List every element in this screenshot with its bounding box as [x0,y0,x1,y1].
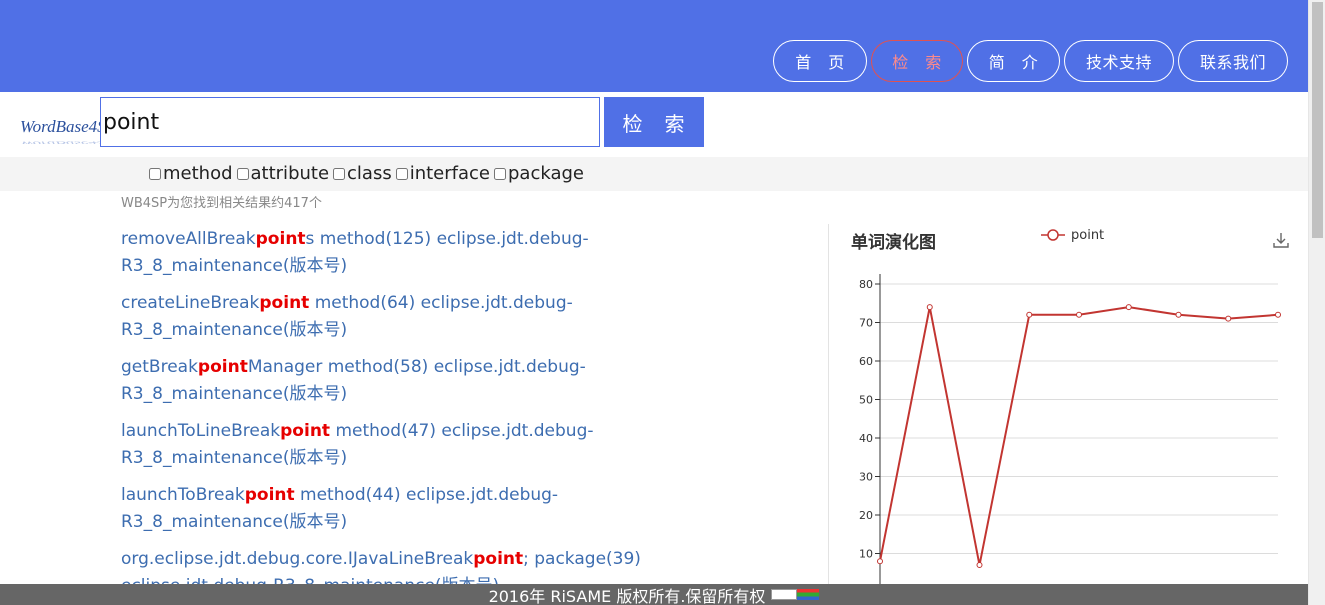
legend-marker [1047,229,1059,241]
nav-search-button[interactable]: 检 索 [871,40,963,82]
data-point [976,562,983,569]
result-link[interactable]: getBreakpointManager method(58) eclipse.… [121,357,586,404]
filter-label: package [508,163,584,184]
filter-class-checkbox[interactable] [333,167,346,180]
result-item: createLineBreakpoint method(64) eclipse.… [121,290,641,344]
result-link[interactable]: removeAllBreakpoints method(125) eclipse… [121,229,589,276]
logo-text: WordBase4SP [20,117,100,136]
download-icon[interactable] [1272,231,1290,249]
filter-interface[interactable]: interface [395,163,490,184]
result-item: getBreakpointManager method(58) eclipse.… [121,354,641,408]
y-tick-label: 50 [859,394,873,407]
filter-bar: method attribute class interface package [0,157,1308,191]
result-text: createLineBreak [121,293,260,313]
y-tick-label: 10 [859,548,873,561]
search-input[interactable] [100,97,600,147]
top-header: 首 页 检 索 简 介 技术支持 联系我们 [0,0,1308,92]
result-text: getBreak [121,357,198,377]
footer-copyright: 2016年 RiSAME 版权所有.保留所有权 [488,586,766,605]
data-point [926,304,933,311]
filter-label: class [347,163,392,184]
filter-method-checkbox[interactable] [149,167,161,180]
scrollbar-thumb[interactable] [1312,2,1323,238]
result-highlight: point [197,357,248,377]
result-highlight: point [259,293,310,313]
result-link[interactable]: launchToLineBreakpoint method(47) eclips… [121,421,594,468]
nav-home-button[interactable]: 首 页 [773,40,867,82]
y-tick-label: 60 [859,355,873,368]
result-item: launchToBreakpoint method(44) eclipse.jd… [121,482,641,536]
filter-class[interactable]: class [333,163,392,184]
page: 首 页 检 索 简 介 技术支持 联系我们 WordBase4SP WordBa… [0,0,1325,605]
y-tick-label: 70 [859,317,873,330]
result-highlight: point [280,421,331,441]
result-text: launchToLineBreak [121,421,281,441]
filter-package-checkbox[interactable] [494,167,506,180]
data-point [1225,315,1232,322]
logo-reflection: WordBase4SP [20,140,100,144]
divider [828,224,829,584]
result-text: launchToBreak [121,485,245,505]
data-point [1175,311,1182,318]
filter-label: interface [409,163,490,184]
footer: 2016年 RiSAME 版权所有.保留所有权 [0,584,1308,605]
nav-contact-button[interactable]: 联系我们 [1178,40,1288,82]
scrollbar[interactable] [1308,0,1325,605]
wordbase-logo: WordBase4SP WordBase4SP [20,117,100,144]
result-highlight: point [244,485,295,505]
filter-attribute[interactable]: attribute [236,163,330,184]
nav-support-button[interactable]: 技术支持 [1064,40,1174,82]
result-item: launchToLineBreakpoint method(47) eclips… [121,418,641,472]
word-evolution-chart: 10 20 30 40 50 60 70 80 point [859,228,1281,584]
legend-label: point [1071,228,1104,243]
filter-label: attribute [250,163,330,184]
data-point [877,558,883,565]
filter-interface-checkbox[interactable] [395,167,408,180]
result-link[interactable]: createLineBreakpoint method(64) eclipse.… [121,293,573,340]
filter-package[interactable]: package [494,163,584,184]
data-point [1076,311,1082,318]
result-highlight: point [255,229,306,249]
data-point [1026,311,1033,318]
series-line-point [879,306,1279,566]
result-text: removeAllBreak [121,229,256,249]
results-list: removeAllBreakpoints method(125) eclipse… [121,226,641,605]
y-tick-label: 80 [859,278,873,291]
result-count: WB4SP为您找到相关结果约417个 [121,196,322,211]
main-nav: 首 页 检 索 简 介 技术支持 联系我们 [773,40,1288,82]
search-button[interactable]: 检 索 [604,97,704,147]
y-tick-label: 30 [859,471,873,484]
filter-options: method attribute class interface package [149,163,588,184]
cnzz-badge-icon[interactable] [771,589,820,600]
filter-method[interactable]: method [149,163,233,184]
filter-label: method [163,163,233,184]
filter-attribute-checkbox[interactable] [236,167,249,180]
y-tick-label: 40 [859,432,873,445]
data-point [1275,311,1281,318]
result-item: removeAllBreakpoints method(125) eclipse… [121,226,641,280]
nav-intro-button[interactable]: 简 介 [967,40,1060,82]
result-text: org.eclipse.jdt.debug.core.IJavaLineBrea… [121,549,474,569]
result-highlight: point [473,549,524,569]
result-link[interactable]: launchToBreakpoint method(44) eclipse.jd… [121,485,558,532]
data-point [1125,304,1132,311]
y-tick-label: 20 [859,509,873,522]
